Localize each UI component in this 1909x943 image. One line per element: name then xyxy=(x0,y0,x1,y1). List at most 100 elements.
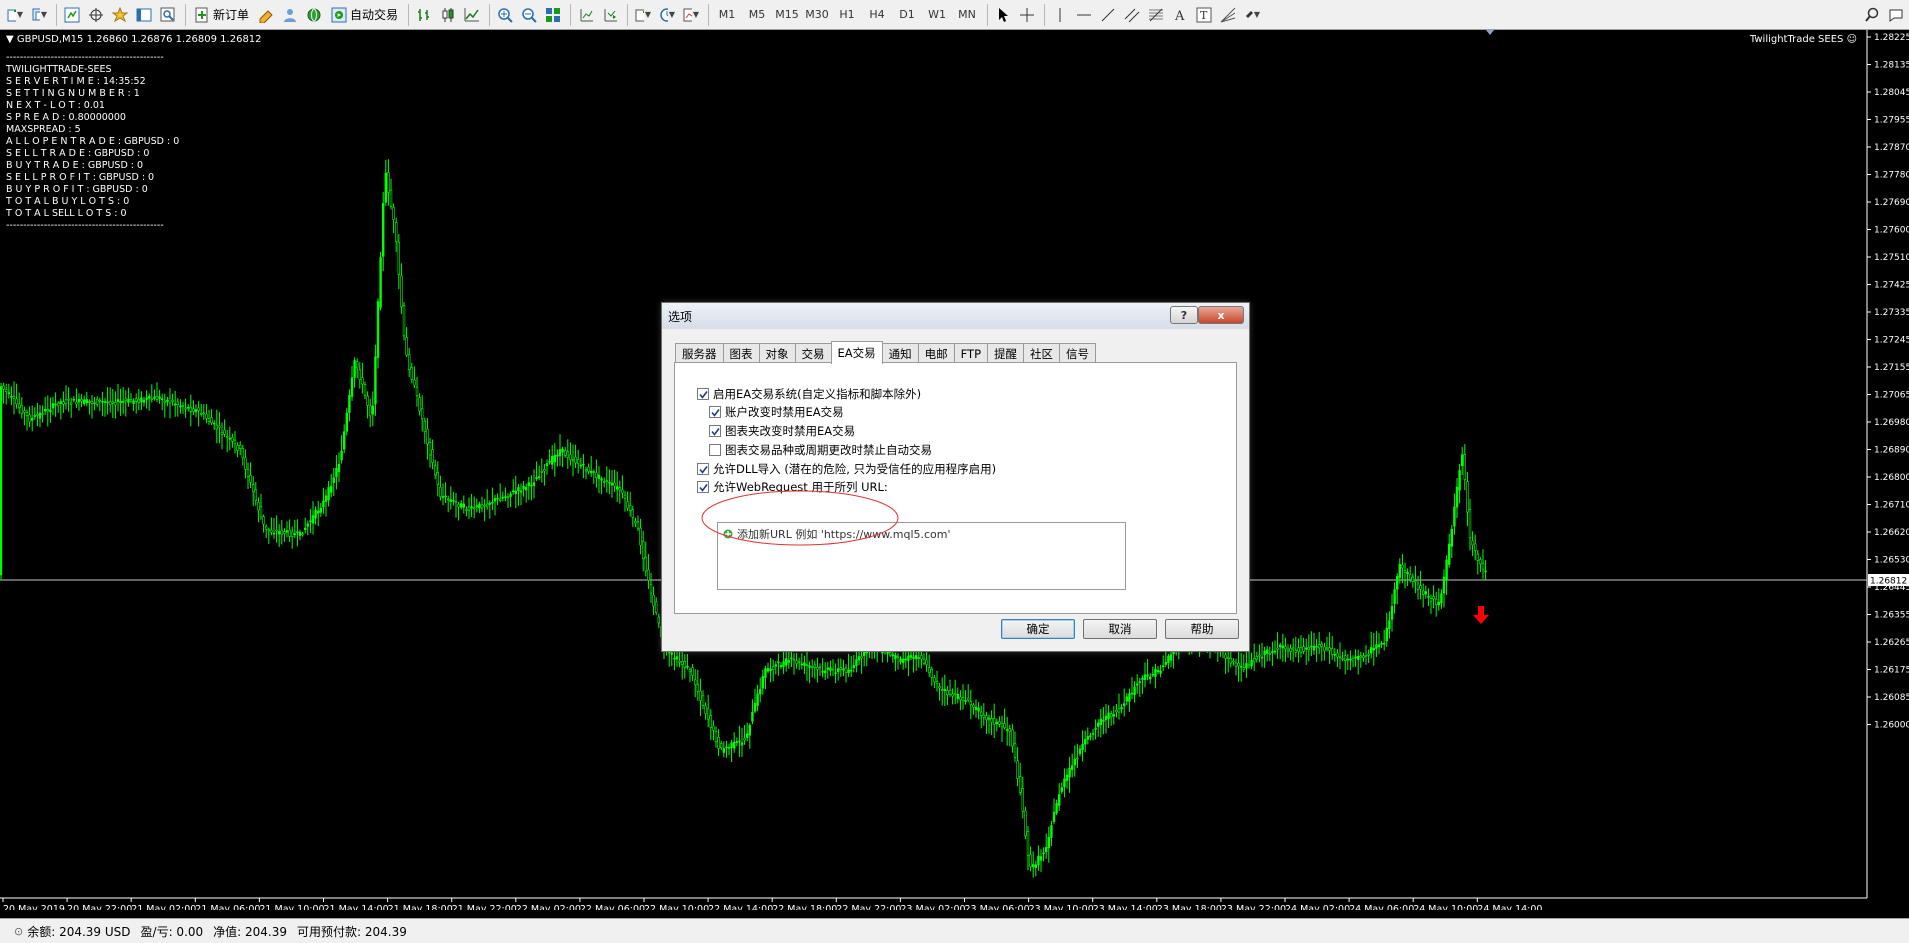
candle-body xyxy=(1484,570,1487,573)
candle-body xyxy=(340,450,343,461)
option-checkbox-3[interactable] xyxy=(709,444,721,456)
timeframe-m30[interactable]: M30 xyxy=(803,4,831,26)
candle-body xyxy=(782,661,785,667)
search-icon xyxy=(1865,7,1879,22)
option-checkbox-1[interactable] xyxy=(709,406,721,418)
candle-body xyxy=(475,505,478,508)
dialog-titlebar[interactable]: 选项 ? x xyxy=(662,303,1249,329)
horizontal-line-button[interactable] xyxy=(1073,4,1095,26)
timeframe-d1[interactable]: D1 xyxy=(893,4,921,26)
tab-1[interactable]: 图表 xyxy=(722,343,760,363)
candle-body xyxy=(800,663,804,666)
fibonacci-fan-button[interactable] xyxy=(1217,4,1239,26)
option-checkbox-0[interactable] xyxy=(697,388,709,400)
help-dialog-button[interactable]: 帮助 xyxy=(1165,619,1239,639)
option-checkbox-2[interactable] xyxy=(709,425,721,437)
option-row-1[interactable]: 账户改变时禁用EA交易 xyxy=(709,404,844,420)
strategy-tester-button[interactable] xyxy=(157,4,179,26)
option-row-4[interactable]: 允许DLL导入 (潜在的危险, 只为受信任的应用程序启用) xyxy=(697,461,996,477)
auto-trading-button[interactable]: 自动交易 xyxy=(327,4,402,26)
data-window-button[interactable] xyxy=(85,4,107,26)
trendline-button[interactable] xyxy=(1097,4,1119,26)
tab-6[interactable]: 电邮 xyxy=(917,343,955,363)
tab-0[interactable]: 服务器 xyxy=(675,343,724,363)
candle-body xyxy=(93,402,96,405)
templates-button[interactable]: ▼ xyxy=(680,4,702,26)
candle-body xyxy=(1104,715,1108,721)
candle-body xyxy=(1091,732,1095,735)
tab-7[interactable]: FTP xyxy=(953,343,989,363)
terminal-button[interactable] xyxy=(133,4,155,26)
candle-body xyxy=(1112,714,1116,717)
candle-body xyxy=(1094,728,1097,730)
indicators-button[interactable]: ▼ xyxy=(632,4,654,26)
candle-body xyxy=(517,487,520,492)
option-checkbox-4[interactable] xyxy=(697,463,709,475)
tab-2[interactable]: 对象 xyxy=(758,343,796,363)
tab-9[interactable]: 社区 xyxy=(1023,343,1061,363)
arrows-button[interactable]: ▼ xyxy=(1241,4,1263,26)
search-button[interactable] xyxy=(1861,4,1883,26)
candle-body xyxy=(171,399,174,402)
equidistant-channel-button[interactable] xyxy=(1121,4,1143,26)
market-watch-button[interactable] xyxy=(61,4,83,26)
bar-chart-button[interactable] xyxy=(413,4,435,26)
candle-body xyxy=(712,725,715,731)
new-chart-button[interactable]: ▼ xyxy=(4,4,26,26)
equity-text: 净值: 204.39 xyxy=(213,924,288,939)
navigator-button[interactable] xyxy=(109,4,131,26)
price-label: 1.26085 xyxy=(1874,693,1909,703)
autoscroll-button[interactable] xyxy=(599,4,621,26)
chart-shift-button[interactable] xyxy=(575,4,597,26)
line-chart-button[interactable] xyxy=(461,4,483,26)
time-label: 22 May 14:00 xyxy=(708,904,773,910)
zoom-in-button[interactable] xyxy=(494,4,516,26)
zoom-out-button[interactable] xyxy=(518,4,540,26)
candle-body xyxy=(1042,852,1045,855)
profiles-button[interactable]: ▼ xyxy=(28,4,50,26)
tab-3[interactable]: 交易 xyxy=(794,343,832,363)
cancel-button[interactable]: 取消 xyxy=(1083,619,1157,639)
timeframe-w1[interactable]: W1 xyxy=(923,4,951,26)
time-label: 22 May 02:00 xyxy=(516,904,581,910)
candle-body xyxy=(1138,681,1142,683)
timeframe-h1[interactable]: H1 xyxy=(833,4,861,26)
candle-body xyxy=(371,405,374,415)
text-label-button[interactable]: T xyxy=(1193,4,1215,26)
candle-body xyxy=(1401,564,1404,569)
option-row-3[interactable]: 图表交易品种或周期更改时禁止自动交易 xyxy=(709,442,932,458)
candlestick-button[interactable] xyxy=(437,4,459,26)
help-button[interactable]: ? xyxy=(1170,306,1198,324)
new-order-button[interactable]: 新订单 xyxy=(190,4,253,26)
candle-body xyxy=(155,396,159,400)
tab-8[interactable]: 提醒 xyxy=(987,343,1025,363)
timeframe-m1[interactable]: M1 xyxy=(713,4,741,26)
cursor-button[interactable] xyxy=(992,4,1014,26)
vertical-line-button[interactable] xyxy=(1049,4,1071,26)
market-button[interactable] xyxy=(303,4,325,26)
timeframe-m5[interactable]: M5 xyxy=(743,4,771,26)
close-button[interactable]: x xyxy=(1198,306,1244,324)
option-row-2[interactable]: 图表夹改变时禁用EA交易 xyxy=(709,423,855,439)
timeframe-mn[interactable]: MN xyxy=(953,4,981,26)
metaeditor-button[interactable] xyxy=(255,4,277,26)
ok-button[interactable]: 确定 xyxy=(1001,619,1075,639)
fibonacci-button[interactable] xyxy=(1145,4,1167,26)
text-button[interactable]: A xyxy=(1169,4,1191,26)
signals-button[interactable] xyxy=(279,4,301,26)
price-label: 1.27600 xyxy=(1874,226,1909,236)
candle-body xyxy=(953,692,957,695)
candle-body xyxy=(821,670,824,673)
periodicity-button[interactable]: ▼ xyxy=(656,4,678,26)
chat-button[interactable] xyxy=(1885,4,1907,26)
tab-4[interactable]: EA交易 xyxy=(830,341,883,364)
crosshair-button[interactable] xyxy=(1016,4,1038,26)
option-row-0[interactable]: 启用EA交易系统(自定义指标和脚本除外) xyxy=(697,386,921,402)
zoom-out-icon xyxy=(522,7,537,23)
tab-10[interactable]: 信号 xyxy=(1059,343,1097,363)
timeframe-h4[interactable]: H4 xyxy=(863,4,891,26)
price-label: 1.26265 xyxy=(1874,638,1909,648)
timeframe-m15[interactable]: M15 xyxy=(773,4,801,26)
tile-windows-button[interactable] xyxy=(542,4,564,26)
tab-5[interactable]: 通知 xyxy=(881,343,919,363)
